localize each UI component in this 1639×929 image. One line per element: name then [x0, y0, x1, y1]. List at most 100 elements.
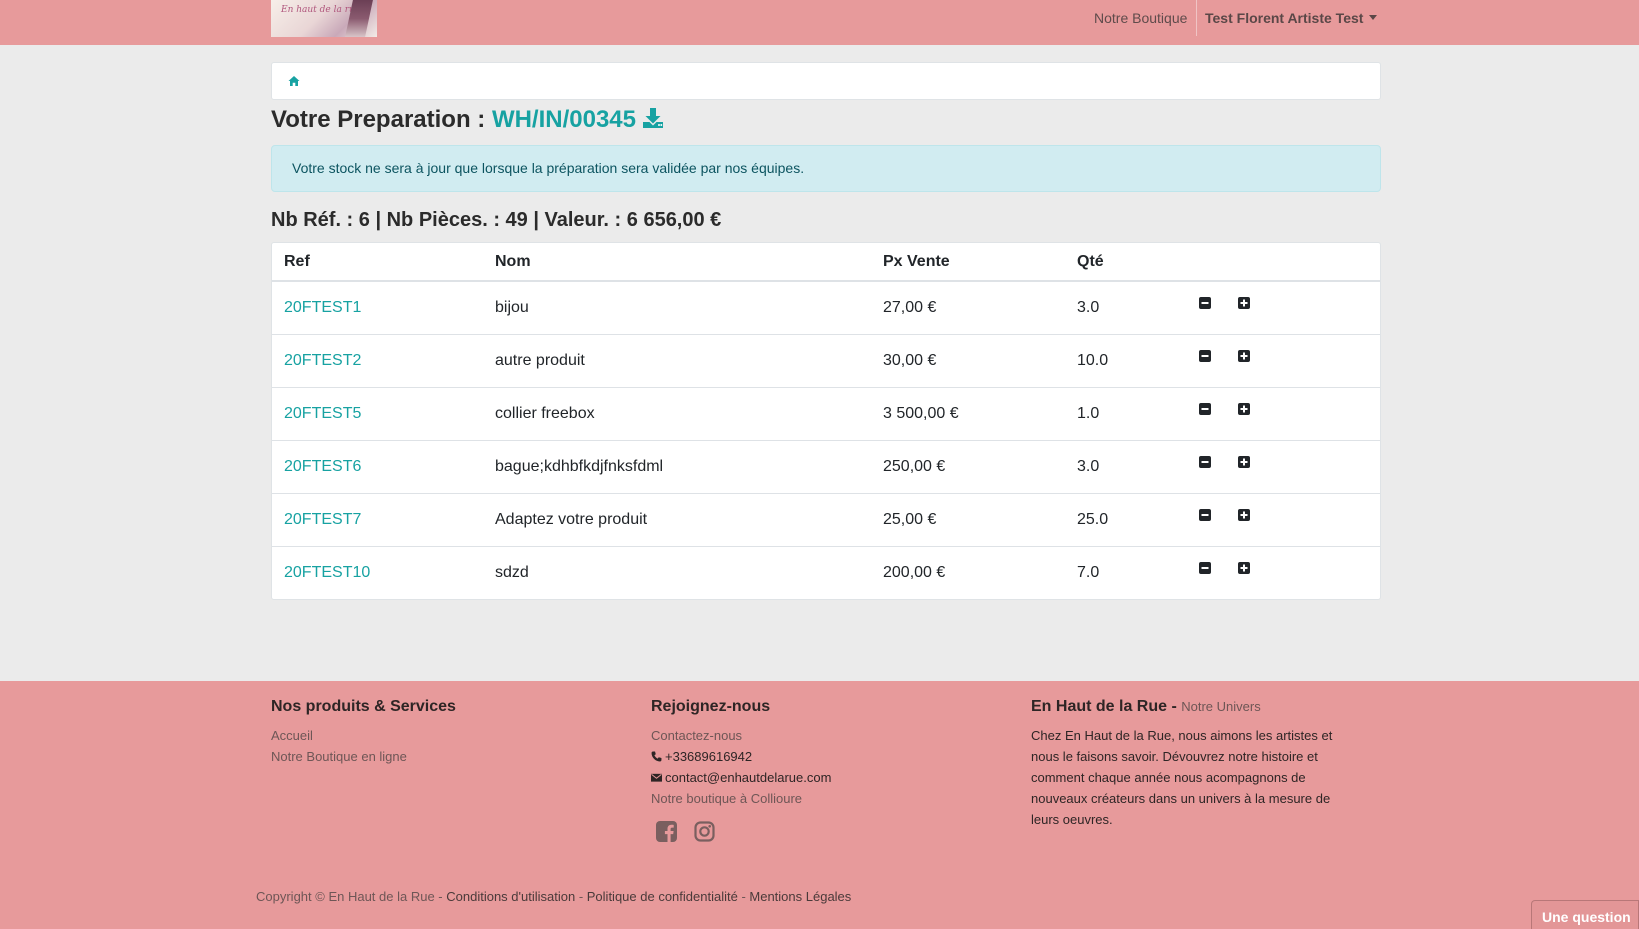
logo-text: En haut de la rue [281, 5, 361, 15]
plus-square-icon[interactable] [1238, 456, 1250, 468]
caret-down-icon [1369, 15, 1378, 20]
cell-nom: bijou [495, 298, 529, 316]
cell-nom: collier freebox [483, 386, 871, 440]
footer-univers-text-line: comment chaque année nous acompagnons de [1031, 770, 1306, 785]
table-row: 20FTEST10 sdzd 200,00 € 7.0 [272, 545, 1380, 599]
navbar: En haut de la rue Notre Boutique Test Fl… [0, 0, 1639, 45]
user-name: Test Florent Artiste Test [1205, 10, 1364, 26]
copyright-text: Copyright © En Haut de la Rue [256, 889, 435, 904]
header-nom: Nom [483, 243, 871, 282]
nav-boutique-link[interactable]: Notre Boutique [1094, 10, 1187, 26]
footer-univers-text-line: nous le faisons savoir. Dévouvrez notre … [1031, 749, 1318, 764]
minus-square-icon[interactable] [1199, 297, 1211, 310]
home-icon[interactable] [288, 75, 300, 87]
cell-qte: 1.0 [1065, 386, 1187, 440]
footer-univers-title: En Haut de la Rue - Notre Univers [1031, 698, 1361, 716]
cell-actions [1187, 545, 1380, 599]
instagram-icon[interactable] [694, 821, 715, 846]
header-actions [1187, 243, 1380, 282]
terms-link[interactable]: Conditions d'utilisation [446, 889, 575, 904]
products-table-container: Ref Nom Px Vente Qté 20FTEST1 bijou 27,0… [271, 242, 1381, 600]
copyright-sep: - [737, 889, 750, 904]
footer-univers-sep: - [1167, 698, 1182, 715]
footer-univers-column: En Haut de la Rue - Notre Univers Chez E… [1031, 698, 1361, 830]
download-icon[interactable] [642, 107, 664, 129]
footer-email: contact@enhautdelarue.com [651, 767, 831, 788]
cell-px-vente: 27,00 € [883, 298, 937, 316]
legal-link[interactable]: Mentions Légales [749, 889, 851, 904]
cell-ref: 20FTEST10 [272, 545, 483, 599]
minus-square-icon[interactable] [1199, 509, 1211, 521]
header-px-vente: Px Vente [871, 243, 1065, 282]
footer-univers-text-line: Chez En Haut de la Rue, nous aimons les … [1031, 728, 1333, 743]
cell-qte: 10.0 [1065, 333, 1187, 387]
plus-square-icon[interactable] [1238, 509, 1250, 521]
cell-nom: sdzd [483, 545, 871, 599]
cell-actions [1187, 386, 1380, 440]
info-alert: Votre stock ne sera à jour que lorsque l… [271, 145, 1381, 192]
products-table: Ref Nom Px Vente Qté 20FTEST1 bijou 27,0… [272, 243, 1380, 599]
minus-square-icon[interactable] [1199, 456, 1211, 468]
table-row: 20FTEST5 collier freebox 3 500,00 € 1.0 [272, 386, 1380, 440]
facebook-icon[interactable] [656, 821, 677, 846]
cell-ref: 20FTEST5 [272, 386, 483, 440]
footer-univers-brand: En Haut de la Rue [1031, 698, 1168, 715]
footer-email-address[interactable]: contact@enhautdelarue.com [665, 770, 831, 785]
footer-univers-text-line: leurs oeuvres. [1031, 812, 1113, 827]
product-ref-link[interactable]: 20FTEST5 [284, 405, 361, 422]
copyright-sep: - [434, 889, 447, 904]
privacy-link[interactable]: Politique de confidentialité [587, 889, 738, 904]
cell-qte: 25.0 [1065, 492, 1187, 546]
footer-shop-link[interactable]: Notre boutique à Collioure [651, 788, 831, 809]
product-ref-link[interactable]: 20FTEST1 [284, 299, 361, 316]
footer-join-title: Rejoignez-nous [651, 698, 771, 715]
user-menu-dropdown[interactable]: Test Florent Artiste Test [1205, 10, 1378, 26]
footer-products-column: Nos produits & Services Accueil Notre Bo… [271, 698, 456, 767]
cell-px-vente: 25,00 € [871, 492, 1065, 546]
header-ref: Ref [272, 243, 483, 282]
preparation-ref-link[interactable]: WH/IN/00345 [492, 106, 636, 133]
summary-stats: Nb Réf. : 6 | Nb Pièces. : 49 | Valeur. … [271, 209, 722, 231]
footer-univers-link[interactable]: Notre Univers [1181, 699, 1260, 714]
cell-ref: 20FTEST6 [272, 439, 483, 493]
table-row: 20FTEST2 autre produit 30,00 € 10.0 [272, 333, 1380, 387]
cell-ref: 20FTEST1 [272, 281, 483, 334]
cell-px-vente: 250,00 € [871, 439, 1065, 493]
footer-link-accueil[interactable]: Accueil [271, 725, 456, 746]
cell-qte: 3.0 [1077, 298, 1100, 316]
phone-icon [651, 751, 662, 762]
header-qte: Qté [1065, 243, 1187, 282]
cell-px-vente: 3 500,00 € [871, 386, 1065, 440]
cell-px-vente: 30,00 € [871, 333, 1065, 387]
nav-divider [1196, 0, 1197, 36]
plus-square-icon[interactable] [1238, 562, 1250, 575]
copyright-sep: - [575, 889, 587, 904]
product-ref-link[interactable]: 20FTEST6 [284, 458, 361, 475]
minus-square-icon[interactable] [1199, 350, 1211, 362]
footer-products-title: Nos produits & Services [271, 698, 456, 715]
product-ref-link[interactable]: 20FTEST7 [284, 511, 361, 528]
footer-contact-link[interactable]: Contactez-nous [651, 725, 831, 746]
minus-square-icon[interactable] [1199, 403, 1211, 415]
plus-square-icon[interactable] [1238, 297, 1250, 310]
copyright-bar: Copyright © En Haut de la Rue - Conditio… [256, 889, 851, 904]
plus-square-icon[interactable] [1238, 403, 1250, 415]
product-ref-link[interactable]: 20FTEST10 [284, 564, 370, 581]
brand-logo[interactable]: En haut de la rue [271, 0, 377, 37]
footer-phone: +33689616942 [651, 746, 831, 767]
envelope-icon [651, 773, 662, 782]
minus-square-icon[interactable] [1199, 562, 1211, 575]
footer-link-boutique[interactable]: Notre Boutique en ligne [271, 746, 456, 767]
table-header-row: Ref Nom Px Vente Qté [272, 243, 1380, 282]
cell-qte: 7.0 [1065, 545, 1187, 599]
table-row: 20FTEST1 bijou 27,00 € 3.0 [272, 281, 1380, 334]
plus-square-icon[interactable] [1238, 350, 1250, 362]
footer: Nos produits & Services Accueil Notre Bo… [0, 681, 1639, 929]
cell-nom: bague;kdhbfkdjfnksfdml [483, 439, 871, 493]
cell-nom: Adaptez votre produit [483, 492, 871, 546]
cell-actions [1187, 333, 1380, 387]
footer-join-column: Rejoignez-nous Contactez-nous +336896169… [651, 698, 831, 846]
product-ref-link[interactable]: 20FTEST2 [284, 352, 361, 369]
cell-qte: 3.0 [1065, 439, 1187, 493]
question-chat-button[interactable]: Une question [1531, 900, 1639, 929]
